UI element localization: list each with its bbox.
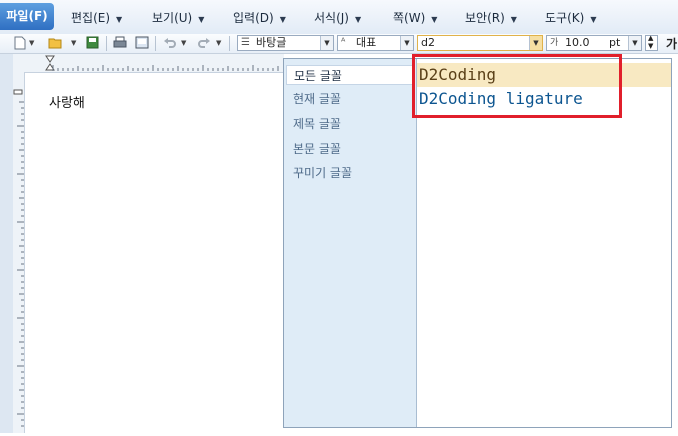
chevron-down-icon[interactable]: ▼ xyxy=(529,36,542,50)
menu-view[interactable]: 보기(U) ▼ xyxy=(152,9,204,27)
toolbar-separator xyxy=(229,36,230,51)
chevron-down-icon: ▼ xyxy=(198,15,205,24)
menu-edit[interactable]: 편집(E) ▼ xyxy=(71,9,122,27)
chevron-down-icon: ▼ xyxy=(354,15,362,24)
menu-tools-label: 도구(K) xyxy=(545,11,585,25)
menu-insert-label: 입력(D) xyxy=(233,11,274,25)
spin-down-icon[interactable]: ▼ xyxy=(648,42,653,50)
chevron-down-icon: ▼ xyxy=(510,15,517,24)
language-combo[interactable]: ᴬ 대표 ▼ xyxy=(337,35,414,51)
menu-security-label: 보안(R) xyxy=(465,11,505,25)
menu-insert[interactable]: 입력(D) ▼ xyxy=(233,9,286,27)
toolbar-separator xyxy=(155,36,156,51)
style-combo-value: 바탕글 xyxy=(256,36,287,49)
font-size-combo[interactable]: 가 10.0 pt ▼ xyxy=(546,35,642,51)
bold-button[interactable]: 가 xyxy=(666,35,677,52)
menu-security[interactable]: 보안(R) ▼ xyxy=(465,9,517,27)
menu-file[interactable]: 파일(F) xyxy=(0,3,54,30)
category-current-fonts[interactable]: 현재 글꼴 xyxy=(286,89,414,109)
menu-view-label: 보기(U) xyxy=(152,11,193,25)
style-combo[interactable]: ☰ 바탕글 ▼ xyxy=(237,35,334,51)
chevron-down-icon[interactable]: ▼ xyxy=(71,39,76,47)
print-icon[interactable] xyxy=(112,36,127,51)
chevron-down-icon[interactable]: ▼ xyxy=(29,39,34,47)
paragraph-style-icon: ☰ xyxy=(241,37,250,48)
font-size-value: 10.0 xyxy=(565,36,590,49)
new-document-icon[interactable] xyxy=(12,36,27,51)
chevron-down-icon: ▼ xyxy=(431,15,438,24)
chevron-down-icon: ▼ xyxy=(590,15,597,24)
language-combo-value: 대표 xyxy=(356,36,377,49)
category-all-fonts[interactable]: 모든 글꼴 xyxy=(286,65,414,85)
chevron-down-icon[interactable]: ▼ xyxy=(628,36,641,50)
menu-format[interactable]: 서식(J) ▼ xyxy=(314,9,361,27)
chevron-down-icon: ▼ xyxy=(279,15,286,24)
left-frame xyxy=(0,54,14,433)
toolbar-separator xyxy=(106,36,107,51)
menu-bar: 파일(F) 편집(E) ▼ 보기(U) ▼ 입력(D) ▼ 서식(J) ▼ 쪽(W) ▼ … xyxy=(0,0,678,35)
menu-format-label: 서식(J) xyxy=(314,11,349,25)
font-name-input[interactable]: d2 ▼ xyxy=(417,35,543,51)
save-icon[interactable] xyxy=(85,36,100,51)
menu-tools[interactable]: 도구(K) ▼ xyxy=(545,9,596,27)
chevron-down-icon[interactable]: ▼ xyxy=(400,36,413,50)
horizontal-ruler[interactable] xyxy=(13,54,284,73)
open-folder-icon[interactable] xyxy=(48,36,63,51)
spin-up-icon[interactable]: ▲ xyxy=(648,34,653,42)
menu-edit-label: 편집(E) xyxy=(71,11,111,25)
font-category-list: 모든 글꼴 현재 글꼴 제목 글꼴 본문 글꼴 꾸미기 글꼴 xyxy=(284,59,417,427)
font-size-icon: 가 xyxy=(550,38,559,48)
document-body-text[interactable]: 사랑해 xyxy=(49,92,85,111)
chevron-down-icon[interactable]: ▼ xyxy=(320,36,333,50)
chevron-down-icon[interactable]: ▼ xyxy=(216,39,221,47)
font-size-unit: pt xyxy=(609,36,621,49)
font-name-value: d2 xyxy=(421,36,435,49)
chevron-down-icon: ▼ xyxy=(116,15,123,24)
undo-icon[interactable] xyxy=(162,36,177,51)
annotation-highlight-box xyxy=(412,54,622,118)
vertical-ruler[interactable] xyxy=(13,72,25,433)
category-title-fonts[interactable]: 제목 글꼴 xyxy=(286,114,414,134)
print-preview-icon[interactable] xyxy=(134,36,149,51)
font-size-spinner[interactable]: ▲ ▼ xyxy=(645,34,658,51)
toolbar: ▼ ▼ ▼ ▼ ☰ 바탕글 ▼ ᴬ 대표 ▼ d2 ▼ 가 10.0 pt ▼ xyxy=(0,34,678,54)
chevron-down-icon[interactable]: ▼ xyxy=(181,39,186,47)
redo-icon[interactable] xyxy=(196,36,211,51)
menu-page[interactable]: 쪽(W) ▼ xyxy=(393,9,437,27)
category-decorative-fonts[interactable]: 꾸미기 글꼴 xyxy=(286,163,414,183)
category-body-fonts[interactable]: 본문 글꼴 xyxy=(286,139,414,159)
language-icon: ᴬ xyxy=(341,37,346,48)
menu-page-label: 쪽(W) xyxy=(393,11,426,25)
